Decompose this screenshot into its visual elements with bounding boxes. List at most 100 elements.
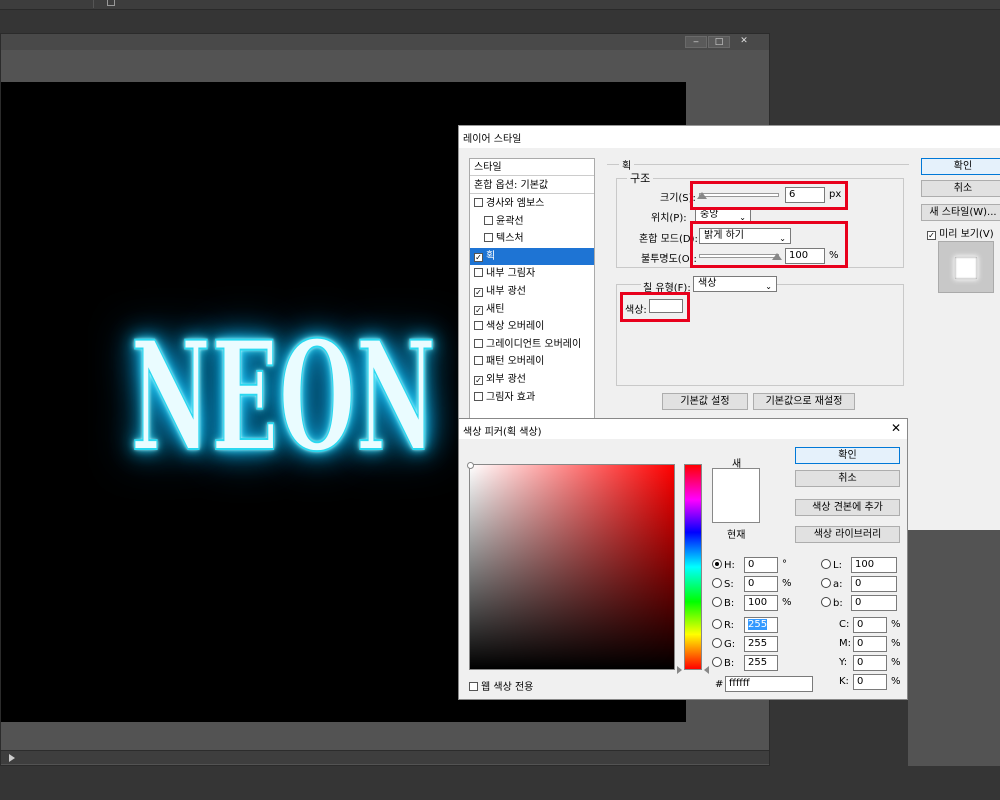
web-colors-only-checkbox[interactable]: 웹 색상 전용 bbox=[469, 678, 533, 693]
style-item[interactable]: 윤곽선 bbox=[470, 213, 594, 230]
hsb-input[interactable]: 100 bbox=[744, 595, 778, 611]
checkbox-icon[interactable] bbox=[484, 233, 493, 243]
blend-options-item[interactable]: 혼합 옵션: 기본값 bbox=[470, 177, 594, 194]
hue-slider[interactable] bbox=[684, 464, 702, 670]
rgb-label[interactable]: B: bbox=[712, 657, 734, 669]
color-picker-ok-button[interactable]: 확인 bbox=[795, 447, 900, 464]
check-icon[interactable]: ✓ bbox=[474, 252, 483, 262]
color-picker-cancel-button[interactable]: 취소 bbox=[795, 470, 900, 487]
checkbox-icon[interactable] bbox=[484, 215, 493, 225]
lab-label[interactable]: b: bbox=[821, 597, 843, 609]
style-item-label: 패턴 오버레이 bbox=[486, 356, 545, 368]
lab-input[interactable]: 0 bbox=[851, 595, 897, 611]
close-icon[interactable]: ✕ bbox=[891, 421, 901, 435]
style-item[interactable]: ✓ 내부 광선 bbox=[470, 283, 594, 300]
hsb-input[interactable]: 0 bbox=[744, 557, 778, 573]
toolbar-divider bbox=[93, 0, 94, 8]
fill-type-select[interactable]: 색상 ⌄ bbox=[693, 276, 777, 292]
lab-input[interactable]: 100 bbox=[851, 557, 897, 573]
style-item[interactable]: ✓ 외부 광선 bbox=[470, 371, 594, 388]
check-icon[interactable]: ✓ bbox=[474, 305, 483, 315]
lab-label[interactable]: L: bbox=[821, 559, 842, 571]
cmyk-label-text: K: bbox=[839, 676, 849, 687]
preview-checkbox[interactable]: ✓ 미리 보기(V) bbox=[927, 225, 994, 240]
checkbox-icon[interactable] bbox=[474, 321, 483, 331]
rgb-label[interactable]: R: bbox=[712, 619, 734, 631]
lab-label[interactable]: a: bbox=[821, 578, 843, 590]
style-item[interactable]: 그림자 효과 bbox=[470, 389, 594, 406]
maximize-icon: □ bbox=[714, 37, 724, 47]
color-field-marker[interactable] bbox=[467, 462, 474, 469]
cmyk-label-text: Y: bbox=[839, 657, 848, 668]
hue-arrow-right[interactable] bbox=[704, 666, 709, 674]
toolbar-checkbox[interactable] bbox=[107, 0, 115, 6]
color-picker-title-text: 색상 피커(획 색상) bbox=[463, 427, 542, 438]
checkbox-icon[interactable] bbox=[474, 356, 483, 366]
preview-label: 미리 보기(V) bbox=[939, 229, 994, 240]
web-colors-only-label: 웹 색상 전용 bbox=[481, 682, 534, 693]
add-to-swatches-button[interactable]: 색상 견본에 추가 bbox=[795, 499, 900, 516]
check-icon[interactable]: ✓ bbox=[474, 376, 483, 385]
cmyk-input[interactable]: 0 bbox=[853, 617, 887, 633]
color-field[interactable] bbox=[467, 462, 675, 670]
style-item[interactable]: 텍스처 bbox=[470, 230, 594, 247]
radio-icon[interactable] bbox=[712, 597, 722, 607]
cmyk-input[interactable]: 0 bbox=[853, 636, 887, 652]
make-default-button[interactable]: 기본값 설정 bbox=[662, 393, 748, 410]
check-icon[interactable]: ✓ bbox=[474, 288, 483, 297]
radio-icon[interactable] bbox=[712, 657, 722, 667]
options-bar bbox=[0, 0, 1000, 10]
style-item[interactable]: ✓ 새틴 bbox=[470, 301, 594, 318]
hsb-label[interactable]: B: bbox=[712, 597, 734, 609]
style-item[interactable]: 경사와 엠보스 bbox=[470, 195, 594, 212]
fill-type-value: 색상 bbox=[698, 278, 717, 289]
hex-prefix: # bbox=[715, 679, 724, 690]
styles-header[interactable]: 스타일 bbox=[470, 159, 594, 176]
color-picker-title: 색상 피커(획 색상) ✕ bbox=[459, 419, 907, 439]
hsb-label[interactable]: H: bbox=[712, 559, 735, 571]
new-style-button[interactable]: 새 스타일(W)... bbox=[921, 204, 1000, 221]
background-panel bbox=[908, 530, 1000, 766]
rgb-input[interactable]: 255 bbox=[744, 636, 778, 652]
cmyk-input[interactable]: 0 bbox=[853, 674, 887, 690]
color-libraries-button[interactable]: 색상 라이브러리 bbox=[795, 526, 900, 543]
style-item[interactable]: ✓ 획 bbox=[470, 247, 594, 265]
style-item[interactable]: 내부 그림자 bbox=[470, 265, 594, 282]
lab-input[interactable]: 0 bbox=[851, 576, 897, 592]
checkbox-icon[interactable] bbox=[474, 338, 483, 348]
layer-style-ok-button[interactable]: 확인 bbox=[921, 158, 1000, 175]
horizontal-scrollbar[interactable] bbox=[1, 750, 769, 764]
lab-label-text: a: bbox=[833, 579, 843, 590]
radio-icon[interactable] bbox=[712, 638, 722, 648]
cmyk-label: C: bbox=[839, 619, 849, 630]
checkbox-icon[interactable] bbox=[474, 198, 483, 207]
close-button[interactable]: ✕ bbox=[733, 36, 755, 48]
radio-icon[interactable] bbox=[821, 559, 831, 569]
cmyk-unit: % bbox=[891, 657, 901, 668]
hue-arrow-left[interactable] bbox=[677, 666, 682, 674]
play-icon[interactable] bbox=[9, 754, 15, 762]
radio-icon[interactable] bbox=[712, 559, 722, 569]
hsb-label[interactable]: S: bbox=[712, 578, 734, 590]
minimize-button[interactable]: ‒ bbox=[685, 36, 707, 48]
highlight-color bbox=[620, 292, 690, 322]
checkbox-icon[interactable] bbox=[474, 268, 483, 278]
hex-input[interactable]: ffffff bbox=[725, 676, 813, 692]
rgb-input[interactable]: 255 bbox=[744, 617, 778, 633]
layer-style-cancel-button[interactable]: 취소 bbox=[921, 180, 1000, 197]
reset-default-button[interactable]: 기본값으로 재설정 bbox=[753, 393, 855, 410]
style-item[interactable]: 그레이디언트 오버레이 bbox=[470, 336, 594, 353]
radio-icon[interactable] bbox=[821, 578, 831, 588]
style-item[interactable]: 패턴 오버레이 bbox=[470, 353, 594, 370]
rgb-input[interactable]: 255 bbox=[744, 655, 778, 671]
opacity-label: 불투명도(O): bbox=[641, 254, 697, 265]
radio-icon[interactable] bbox=[712, 619, 722, 629]
radio-icon[interactable] bbox=[712, 578, 722, 588]
rgb-label[interactable]: G: bbox=[712, 638, 735, 650]
cmyk-input[interactable]: 0 bbox=[853, 655, 887, 671]
radio-icon[interactable] bbox=[821, 597, 831, 607]
hsb-input[interactable]: 0 bbox=[744, 576, 778, 592]
maximize-button[interactable]: □ bbox=[708, 36, 730, 48]
style-item[interactable]: 색상 오버레이 bbox=[470, 318, 594, 335]
checkbox-icon[interactable] bbox=[474, 391, 483, 401]
